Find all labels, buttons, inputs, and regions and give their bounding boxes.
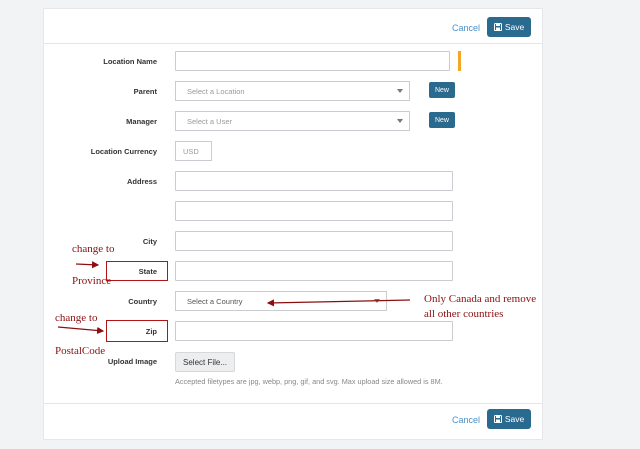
annotation-arrows [57, 261, 411, 335]
zip-arrow [57, 326, 105, 335]
state-arrow [75, 261, 100, 269]
country-arrow [266, 299, 411, 307]
